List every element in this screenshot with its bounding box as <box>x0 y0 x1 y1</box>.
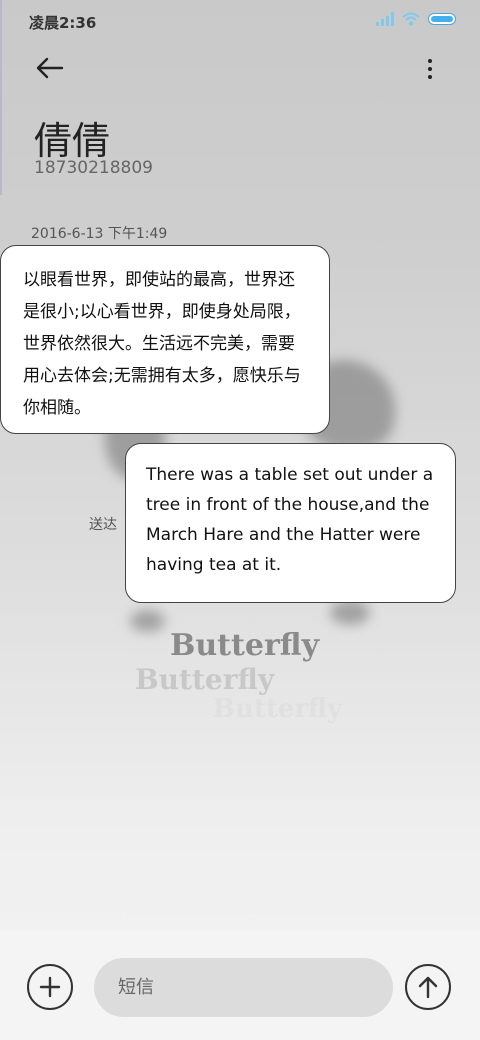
back-arrow-icon <box>36 57 64 79</box>
contact-name: 倩倩 <box>34 119 111 163</box>
back-button[interactable] <box>30 50 70 86</box>
message-timestamp: 2016-6-13 下午1:49 <box>31 226 168 242</box>
watermark-text: Butterfly <box>213 694 343 724</box>
status-icons <box>376 12 456 26</box>
arrow-up-icon <box>418 976 438 999</box>
signal-icon <box>376 12 394 26</box>
delivery-status: 送达 <box>89 517 117 533</box>
battery-icon <box>428 13 456 25</box>
outgoing-message-bubble[interactable]: There was a table set out under a tree i… <box>125 443 456 603</box>
wifi-icon <box>402 12 420 26</box>
window-edge <box>0 0 2 195</box>
incoming-message-bubble[interactable]: 以眼看世界，即使站的最高，世界还是很小;以心看世界，即使身处局限，世界依然很大。… <box>0 245 330 434</box>
plus-icon <box>39 976 61 998</box>
watermark-text: Butterfly <box>170 628 320 663</box>
watermark-text: Butterfly <box>135 663 275 696</box>
send-button[interactable] <box>405 964 451 1010</box>
contact-phone: 18730218809 <box>34 158 153 178</box>
more-dot <box>428 75 432 79</box>
message-text: There was a table set out under a tree i… <box>146 465 434 575</box>
message-input[interactable] <box>94 958 393 1017</box>
add-attachment-button[interactable] <box>27 964 73 1010</box>
message-text: 以眼看世界，即使站的最高，世界还是很小;以心看世界，即使身处局限，世界依然很大。… <box>23 270 301 418</box>
more-dot <box>428 67 432 71</box>
more-options-button[interactable] <box>416 52 444 86</box>
more-dot <box>428 59 432 63</box>
status-time: 凌晨2:36 <box>29 14 97 32</box>
